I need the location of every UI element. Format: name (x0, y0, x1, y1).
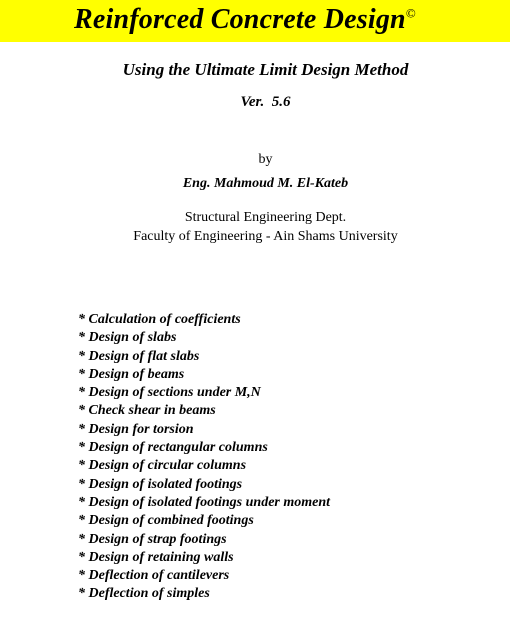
list-item: * Design of isolated footings (78, 476, 243, 492)
feature-list: * Calculation of coefficients * Design o… (78, 311, 498, 604)
list-item: * Design of slabs (78, 330, 177, 346)
list-item: * Design of beams (78, 366, 185, 382)
page-title: Reinforced Concrete Design© (74, 2, 416, 38)
list-item: * Design of combined footings (78, 513, 254, 529)
copyright-icon: © (405, 5, 416, 21)
list-item: * Design of sections under M,N (78, 385, 261, 401)
list-item: * Design of circular columns (78, 458, 247, 474)
title-banner: Reinforced Concrete Design© (0, 0, 510, 42)
list-item: * Design of isolated footings under mome… (78, 494, 331, 510)
page-title-text: Reinforced Concrete Design (74, 4, 406, 35)
version-label: Ver. 5.6 (240, 94, 291, 110)
byline-label: by (258, 152, 273, 167)
affiliation-block: Structural Engineering Dept. Faculty of … (0, 208, 531, 246)
author-name: Eng. Mahmoud M. El-Kateb (182, 176, 349, 191)
list-item: * Design of strap footings (78, 531, 227, 547)
list-item: * Calculation of coefficients (78, 312, 241, 327)
list-item: * Deflection of cantilevers (78, 568, 230, 584)
affiliation-line: Structural Engineering Dept. (184, 210, 347, 225)
list-item: * Design of rectangular columns (78, 440, 268, 456)
list-item: * Deflection of simples (78, 586, 210, 602)
list-item: * Check shear in beams (78, 403, 216, 419)
list-item: * Design of flat slabs (78, 348, 200, 364)
list-item: * Design of retaining walls (78, 549, 234, 565)
affiliation-line: Faculty of Engineering - Ain Shams Unive… (133, 229, 398, 244)
subtitle: Using the Ultimate Limit Design Method (122, 60, 409, 79)
list-item: * Design for torsion (78, 421, 194, 437)
